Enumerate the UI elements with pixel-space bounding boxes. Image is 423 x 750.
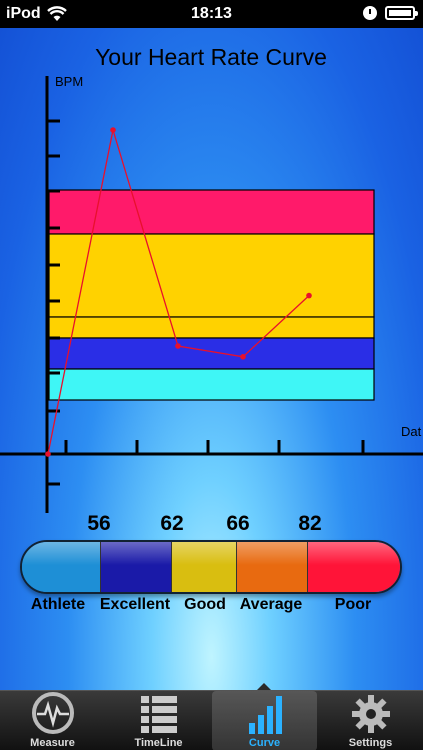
scale-segment-good [172,542,237,592]
chart-band-2 [48,316,375,339]
scale-segment-average [236,542,308,592]
alarm-clock-icon [363,6,377,20]
threshold-value: 82 [298,512,322,535]
status-bar: iPod 18:13 [0,0,423,28]
data-point-4 [306,292,312,299]
tab-pointer [257,683,271,690]
category-label-excellent: Excellent [99,596,171,613]
tab-bar: Measure TimeLine Curve Settings [0,690,423,750]
battery-icon [385,6,418,20]
tab-timeline-label: TimeLine [134,737,183,749]
scale-segment-poor [307,542,400,592]
tab-curve[interactable]: Curve [212,691,317,750]
x-axis-label: Dat [401,424,422,439]
category-label-good: Good [184,596,226,613]
tab-curve-label: Curve [248,737,281,749]
chart-band-4 [48,368,375,401]
category-label-poor: Poor [334,596,372,613]
tab-measure[interactable]: Measure [0,691,105,750]
chart-band-1 [48,233,375,318]
chart-band-3 [48,337,375,370]
tab-timeline[interactable]: TimeLine [106,691,211,750]
status-time: 18:13 [191,5,232,22]
data-point-1 [110,127,116,133]
data-point-2 [175,343,181,349]
heart-rate-scale [20,540,402,594]
category-label-athlete: Athlete [30,596,86,613]
heart-rate-bands [48,189,375,401]
threshold-value: 62 [160,512,184,535]
bar-chart-icon [248,696,282,734]
data-point-0 [45,451,51,457]
threshold-value: 66 [226,512,250,535]
scale-segment-excellent [101,542,173,592]
gear-icon [351,695,390,733]
chart-title: Your Heart Rate Curve [95,44,327,70]
tab-measure-label: Measure [30,737,75,749]
category-label-average: Average [239,596,303,613]
data-point-3 [240,354,246,360]
status-right [363,6,418,20]
scale-segment-athlete [22,542,102,592]
chart-band-0 [48,189,375,235]
heart-rate-chart: Your Heart Rate Curve BPM Dat [0,44,423,513]
threshold-value: 56 [87,512,111,535]
heartbeat-icon [31,692,74,734]
y-axis-label: BPM [55,74,83,89]
list-icon [140,696,177,733]
curve-screen: Your Heart Rate Curve BPM Dat 56 62 66 82 A… [0,28,423,690]
tab-settings-label: Settings [348,737,393,749]
tab-settings[interactable]: Settings [318,691,423,750]
